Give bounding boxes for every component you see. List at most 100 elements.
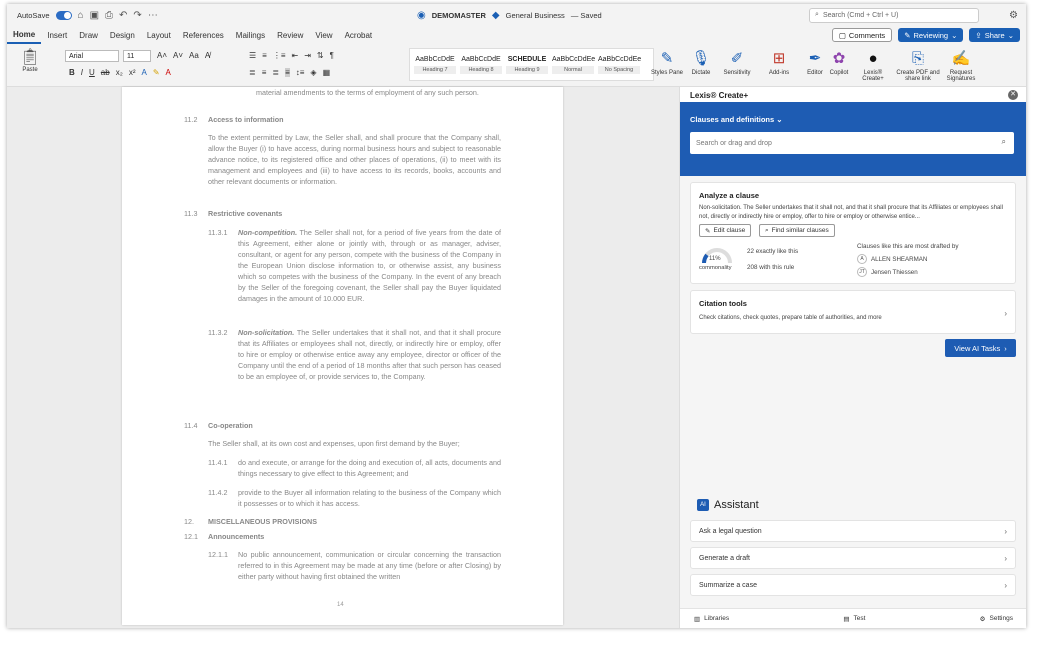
clause-search-input[interactable]: Search or drag and drop ⌕ bbox=[690, 132, 1014, 154]
save-icon[interactable]: ▣ bbox=[90, 10, 99, 21]
style-no-spacing[interactable]: AaBbCcDdEe No Spacing bbox=[598, 56, 641, 74]
lexis-create-button[interactable]: ● Lexis® Create+ bbox=[855, 48, 891, 82]
clause-paragraph[interactable]: Non-solicitation. The Seller undertakes … bbox=[238, 327, 501, 382]
redo-icon[interactable]: ↷ bbox=[133, 10, 141, 21]
tab-insert[interactable]: Insert bbox=[41, 26, 73, 44]
find-similar-button[interactable]: ⌕ Find similar clauses bbox=[759, 224, 835, 237]
clause-paragraph[interactable]: do and execute, or arrange for the doing… bbox=[238, 457, 501, 479]
reviewing-button[interactable]: ✎ Reviewing ⌄ bbox=[898, 28, 964, 42]
style-heading-8[interactable]: AaBbCcDdE Heading 8 bbox=[460, 56, 502, 74]
paste-label[interactable]: Paste bbox=[15, 67, 45, 73]
clear-format-icon[interactable]: A̸ bbox=[205, 51, 210, 60]
exactly-count[interactable]: 22 exactly like this bbox=[747, 248, 798, 255]
section-heading[interactable]: Announcements bbox=[208, 531, 264, 542]
autosave-toggle[interactable] bbox=[55, 10, 72, 20]
align-right-icon[interactable]: ≣ bbox=[272, 68, 279, 77]
highlight-icon[interactable]: ✎ bbox=[153, 68, 160, 77]
assistant-item-summarize[interactable]: Summarize a case › bbox=[690, 574, 1016, 596]
tab-home[interactable]: Home bbox=[7, 26, 42, 44]
tab-review[interactable]: Review bbox=[271, 26, 309, 44]
justify-icon[interactable]: ≡ bbox=[285, 68, 290, 77]
author-row[interactable]: A ALLEN SHEARMAN bbox=[857, 254, 927, 264]
shrink-font-icon[interactable]: A˅ bbox=[173, 51, 183, 60]
increase-indent-icon[interactable]: ⇥ bbox=[304, 51, 311, 60]
settings-button[interactable]: ⚙ Settings bbox=[980, 615, 1013, 623]
document-page[interactable]: material amendments to the terms of empl… bbox=[122, 87, 563, 625]
align-left-icon[interactable]: ≣ bbox=[249, 68, 256, 77]
clauses-dropdown[interactable]: Clauses and definitions ⌄ bbox=[690, 115, 783, 124]
font-name-select[interactable]: Arial bbox=[65, 50, 119, 62]
pilcrow-icon[interactable]: ¶ bbox=[330, 51, 334, 60]
style-heading-7[interactable]: AaBbCcDdE Heading 7 bbox=[414, 56, 456, 74]
paste-icon[interactable]: 📋︎ bbox=[15, 47, 45, 67]
tab-references[interactable]: References bbox=[177, 26, 230, 44]
styles-pane-button[interactable]: ✎ Styles Pane bbox=[649, 48, 685, 76]
view-ai-tasks-button[interactable]: View AI Tasks › bbox=[945, 339, 1016, 357]
clause-paragraph[interactable]: provide to the Buyer all information rel… bbox=[238, 487, 501, 509]
copilot-button[interactable]: ✿ Copilot bbox=[821, 48, 857, 76]
sensitivity-button[interactable]: ✐ Sensitivity bbox=[719, 48, 755, 76]
superscript-icon[interactable]: x² bbox=[129, 68, 136, 77]
close-icon[interactable]: ✕ bbox=[1008, 90, 1018, 100]
numbering-icon[interactable]: ≡ bbox=[262, 51, 267, 60]
clause-paragraph[interactable]: No public announcement, communication or… bbox=[238, 549, 501, 582]
request-signatures-button[interactable]: ✍ Request Signatures bbox=[941, 48, 981, 82]
section-heading[interactable]: Access to information bbox=[208, 114, 283, 125]
multilevel-icon[interactable]: ⋮≡ bbox=[273, 51, 286, 60]
tab-view[interactable]: View bbox=[309, 26, 338, 44]
decrease-indent-icon[interactable]: ⇤ bbox=[292, 51, 299, 60]
line-spacing-icon[interactable]: ↕≡ bbox=[296, 68, 305, 77]
bold-icon[interactable]: B bbox=[69, 68, 75, 77]
align-center-icon[interactable]: ≡ bbox=[262, 68, 267, 77]
share-button[interactable]: ⇪ Share ⌄ bbox=[969, 28, 1020, 42]
bullets-icon[interactable]: ☰ bbox=[249, 51, 256, 60]
tab-acrobat[interactable]: Acrobat bbox=[339, 26, 379, 44]
shading-icon[interactable]: ◈ bbox=[310, 68, 316, 77]
section-paragraph[interactable]: To the extent permitted by Law, the Sell… bbox=[208, 132, 501, 187]
sensitivity-label[interactable]: General Business bbox=[506, 11, 565, 20]
strikethrough-icon[interactable]: ab bbox=[101, 68, 110, 77]
citation-tools-card[interactable]: Citation tools Check citations, check qu… bbox=[690, 290, 1016, 334]
comments-button[interactable]: ▢ Comments bbox=[831, 28, 893, 42]
home-icon[interactable]: ⌂ bbox=[78, 10, 84, 21]
grow-font-icon[interactable]: A˄ bbox=[157, 51, 167, 60]
italic-icon[interactable]: I bbox=[81, 68, 83, 77]
assistant-item-draft[interactable]: Generate a draft › bbox=[690, 547, 1016, 569]
create-pdf-button[interactable]: ⎘ Create PDF and share link bbox=[895, 48, 941, 82]
tab-mailings[interactable]: Mailings bbox=[230, 26, 271, 44]
document-title[interactable]: DEMOMASTER bbox=[432, 11, 486, 20]
tab-design[interactable]: Design bbox=[104, 26, 141, 44]
section-paragraph[interactable]: The Seller shall, at its own cost and ex… bbox=[208, 438, 501, 449]
section-heading[interactable]: Co-operation bbox=[208, 420, 253, 431]
test-button[interactable]: ▤ Test bbox=[843, 615, 865, 623]
dictate-button[interactable]: 🎙︎ Dictate bbox=[683, 48, 719, 76]
font-color-icon[interactable]: A bbox=[166, 68, 171, 77]
font-size-select[interactable]: 11 bbox=[123, 50, 151, 62]
tab-draw[interactable]: Draw bbox=[73, 26, 104, 44]
search-box[interactable]: ⌕ Search (Cmd + Ctrl + U) bbox=[809, 7, 980, 23]
author-row[interactable]: JT Jensen Thiessen bbox=[857, 267, 918, 277]
section-heading[interactable]: MISCELLANEOUS PROVISIONS bbox=[208, 516, 317, 527]
assistant-item-ask[interactable]: Ask a legal question › bbox=[690, 520, 1016, 542]
style-heading-9[interactable]: SCHEDULE Heading 9 bbox=[506, 56, 548, 74]
tab-layout[interactable]: Layout bbox=[141, 26, 177, 44]
undo-icon[interactable]: ↶ bbox=[119, 10, 127, 21]
more-icon[interactable]: ⋯ bbox=[148, 10, 158, 21]
section-heading[interactable]: Restrictive covenants bbox=[208, 208, 282, 219]
change-case-icon[interactable]: Aa bbox=[189, 51, 199, 60]
text-effects-icon[interactable]: A bbox=[141, 68, 146, 77]
clause-paragraph[interactable]: Non-competition. The Seller shall not, f… bbox=[238, 227, 501, 304]
intro-paragraph[interactable]: material amendments to the terms of empl… bbox=[256, 87, 501, 98]
add-ins-button[interactable]: ⊞ Add-ins bbox=[761, 48, 797, 76]
account-icon[interactable]: ⚙ bbox=[1009, 10, 1018, 21]
saved-status[interactable]: — Saved bbox=[571, 11, 602, 20]
edit-clause-button[interactable]: ✎ Edit clause bbox=[699, 224, 752, 237]
style-normal[interactable]: AaBbCcDdEe Normal bbox=[552, 56, 595, 74]
rule-count[interactable]: 208 with this rule bbox=[747, 264, 794, 271]
underline-icon[interactable]: U bbox=[89, 68, 95, 77]
sort-icon[interactable]: ⇅ bbox=[317, 51, 324, 60]
print-icon[interactable]: ⎙ bbox=[105, 10, 113, 21]
borders-icon[interactable]: ▦ bbox=[323, 68, 331, 77]
libraries-button[interactable]: ▥ Libraries bbox=[694, 615, 729, 623]
subscript-icon[interactable]: x₂ bbox=[116, 68, 123, 77]
